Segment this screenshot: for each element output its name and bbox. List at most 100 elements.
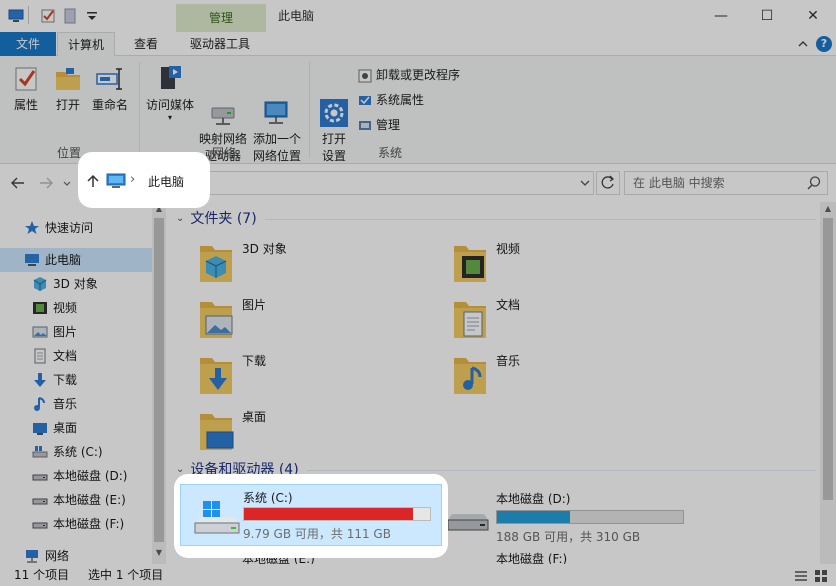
nav-item-drive-d[interactable]: 本地磁盘 (D:) <box>32 464 166 488</box>
navigation-pane: 快速访问 此电脑 3D 对象 视频 图片 文档 下载 音乐 桌面 系统 (C:)… <box>0 202 166 564</box>
divider <box>264 218 816 220</box>
status-selection-count: 选中 1 个项目 <box>88 568 164 582</box>
folder-documents-icon <box>452 298 488 340</box>
document-icon <box>32 348 48 364</box>
content-scrollbar[interactable]: ▲ <box>820 202 836 564</box>
media-server-icon <box>155 64 185 94</box>
content-scroll-thumb[interactable] <box>823 218 833 500</box>
properties-quick-icon[interactable] <box>40 8 56 24</box>
highlight-drive-c: 系统 (C:) 9.79 GB 可用，共 111 GB <box>174 474 448 558</box>
chevron-down-icon: ▾ <box>167 113 172 122</box>
drive-d[interactable]: 本地磁盘 (D:) 188 GB 可用，共 310 GB <box>430 488 690 552</box>
nav-item-downloads[interactable]: 下载 <box>32 368 166 392</box>
context-tab-manage[interactable]: 管理 <box>176 4 266 32</box>
window-title: 此电脑 <box>278 9 315 23</box>
properties-button[interactable]: 属性 <box>6 64 46 114</box>
open-folder-icon <box>53 64 83 94</box>
folder-downloads-icon <box>198 354 234 396</box>
new-folder-quick-icon[interactable] <box>62 8 78 24</box>
forward-arrow-icon[interactable] <box>38 175 54 191</box>
nav-scroll-thumb[interactable] <box>154 218 164 542</box>
folder-music-icon <box>452 354 488 396</box>
network-icon <box>24 548 40 564</box>
properties-icon <box>11 64 41 94</box>
breadcrumb-this-pc[interactable]: 此电脑 <box>148 173 184 190</box>
folder-3d-objects[interactable]: 3D 对象 <box>198 240 448 292</box>
breadcrumb-separator[interactable]: › <box>130 172 135 187</box>
ribbon: 属性 打开 重命名 位置 访问媒体 ▾ 映射网络 驱动器 添加一个 网络位置 网… <box>0 56 836 164</box>
nav-item-music[interactable]: 音乐 <box>32 392 166 416</box>
folder-videos[interactable]: 视频 <box>452 240 702 292</box>
status-item-count: 11 个项目 <box>14 568 70 582</box>
scroll-down-icon[interactable]: ▼ <box>152 548 166 560</box>
refresh-icon <box>601 175 615 189</box>
folder-documents[interactable]: 文档 <box>452 296 702 348</box>
drive-c-usage-bar-highlight <box>243 507 431 521</box>
folder-desktop-icon <box>198 410 234 452</box>
system-properties-button[interactable]: 系统属性 <box>358 89 424 111</box>
computer-icon <box>8 8 24 24</box>
nav-item-drive-c[interactable]: 系统 (C:) <box>32 440 166 464</box>
search-input[interactable]: 在 此电脑 中搜索 <box>624 171 828 195</box>
folder-pictures-icon <box>198 298 234 340</box>
large-icons-view-icon[interactable] <box>814 568 828 582</box>
group-label-system: 系统 <box>377 146 402 160</box>
refresh-button[interactable] <box>596 171 620 195</box>
folder-music[interactable]: 音乐 <box>452 352 702 404</box>
chevron-down-icon: ⌄ <box>176 213 185 224</box>
nav-item-documents[interactable]: 文档 <box>32 344 166 368</box>
nav-item-3d-objects[interactable]: 3D 对象 <box>32 272 166 296</box>
nav-item-videos[interactable]: 视频 <box>32 296 166 320</box>
help-icon[interactable]: ? <box>816 36 832 52</box>
nav-item-drive-e[interactable]: 本地磁盘 (E:) <box>32 488 166 512</box>
nav-item-desktop[interactable]: 桌面 <box>32 416 166 440</box>
status-bar: 11 个项目 选中 1 个项目 <box>0 564 836 586</box>
folder-downloads[interactable]: 下载 <box>198 352 448 404</box>
nav-network[interactable]: 网络 <box>24 544 166 564</box>
desktop-icon <box>32 420 48 436</box>
uninstall-program-button[interactable]: 卸载或更改程序 <box>358 64 460 86</box>
up-arrow-icon[interactable] <box>86 174 100 188</box>
drive-d-usage-bar <box>496 510 684 524</box>
divider <box>28 6 29 24</box>
tab-file[interactable]: 文件 <box>0 32 56 56</box>
folder-pictures[interactable]: 图片 <box>198 296 448 348</box>
folder-desktop[interactable]: 桌面 <box>198 408 448 460</box>
back-arrow-icon[interactable] <box>10 175 26 191</box>
quick-access-dropdown-icon[interactable] <box>84 8 100 24</box>
access-media-button[interactable]: 访问媒体 ▾ <box>144 64 196 122</box>
tab-view[interactable]: 查看 <box>124 32 168 56</box>
manage-button[interactable]: 管理 <box>358 114 400 136</box>
maximize-button[interactable]: ☐ <box>744 0 790 32</box>
drive-f[interactable]: 本地磁盘 (F:) <box>430 548 690 564</box>
nav-quick-access[interactable]: 快速访问 <box>24 216 166 240</box>
system-properties-icon <box>358 93 372 107</box>
nav-item-pictures[interactable]: 图片 <box>32 320 166 344</box>
open-button[interactable]: 打开 <box>48 64 88 114</box>
computer-icon <box>106 173 126 189</box>
details-view-icon[interactable] <box>794 568 808 582</box>
tab-computer[interactable]: 计算机 <box>57 32 116 57</box>
hard-drive-icon <box>444 508 492 538</box>
drive-c-size: 9.79 GB 可用，共 111 GB <box>243 527 391 541</box>
network-drive-icon <box>208 81 238 125</box>
drive-c-name: 系统 (C:) <box>243 491 293 505</box>
nav-this-pc[interactable]: 此电脑 <box>24 248 166 272</box>
nav-scrollbar[interactable]: ▲ ▼ <box>152 202 166 564</box>
folders-group-header[interactable]: ⌄ 文件夹 (7) <box>176 208 816 230</box>
system-drive-icon <box>191 497 243 537</box>
address-dropdown-icon[interactable] <box>578 176 592 190</box>
nav-item-drive-f[interactable]: 本地磁盘 (F:) <box>32 512 166 536</box>
hard-drive-icon <box>32 468 48 484</box>
minimize-button[interactable]: — <box>698 0 744 32</box>
video-icon <box>32 300 48 316</box>
close-button[interactable]: ✕ <box>790 0 836 32</box>
recent-locations-chevron-icon[interactable] <box>62 178 72 188</box>
drive-c-selected[interactable]: 系统 (C:) 9.79 GB 可用，共 111 GB <box>180 484 442 546</box>
settings-gear-icon <box>319 81 349 127</box>
manage-icon <box>358 118 372 132</box>
rename-button[interactable]: 重命名 <box>90 64 130 114</box>
scroll-up-icon[interactable]: ▲ <box>820 204 836 216</box>
tab-drive-tools[interactable]: 驱动器工具 <box>180 32 260 56</box>
collapse-ribbon-icon[interactable] <box>796 37 810 51</box>
